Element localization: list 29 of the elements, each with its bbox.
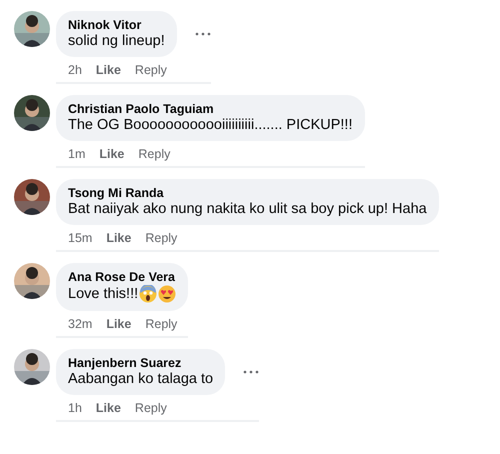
- reply-link[interactable]: Reply: [145, 317, 178, 331]
- comment-author[interactable]: Ana Rose De Vera: [68, 270, 176, 284]
- more-options-icon[interactable]: [194, 32, 211, 36]
- comment-time[interactable]: 2h: [68, 63, 82, 77]
- reply-link[interactable]: Reply: [134, 401, 167, 415]
- reply-link[interactable]: Reply: [134, 63, 167, 77]
- comment-text: solid ng lineup!: [68, 33, 165, 49]
- comment-time[interactable]: 15m: [68, 231, 92, 245]
- comment-author[interactable]: Tsong Mi Randa: [68, 186, 427, 200]
- comment-time[interactable]: 1h: [68, 401, 82, 415]
- comment-time[interactable]: 1m: [68, 147, 86, 161]
- comment-text: Bat naiiyak ako nung nakita ko ulit sa boy pick up! Haha: [68, 201, 427, 217]
- reply-link[interactable]: Reply: [145, 231, 178, 245]
- comment-author[interactable]: Hanjenbern Suarez: [68, 356, 214, 370]
- like-link[interactable]: Like: [106, 317, 132, 331]
- comment-author[interactable]: Christian Paolo Taguiam: [68, 102, 352, 116]
- heart-eyes-face-icon: [158, 285, 176, 303]
- comment-text: Aabangan ko talaga to: [68, 371, 214, 387]
- more-options-icon[interactable]: [243, 370, 260, 374]
- like-link[interactable]: Like: [96, 401, 121, 415]
- like-link[interactable]: Like: [106, 231, 132, 245]
- reply-link[interactable]: Reply: [138, 147, 170, 161]
- comment-text: The OG Boooooooooooiiiiiiiiii....... PICKUP!!!: [68, 117, 352, 133]
- comment-author[interactable]: Niknok Vitor: [68, 18, 165, 32]
- like-link[interactable]: Like: [96, 63, 121, 77]
- screaming-face-icon: [139, 285, 158, 303]
- comment-text: Love this!!!: [68, 286, 138, 302]
- comment-time[interactable]: 32m: [68, 317, 92, 331]
- like-link[interactable]: Like: [99, 147, 124, 161]
